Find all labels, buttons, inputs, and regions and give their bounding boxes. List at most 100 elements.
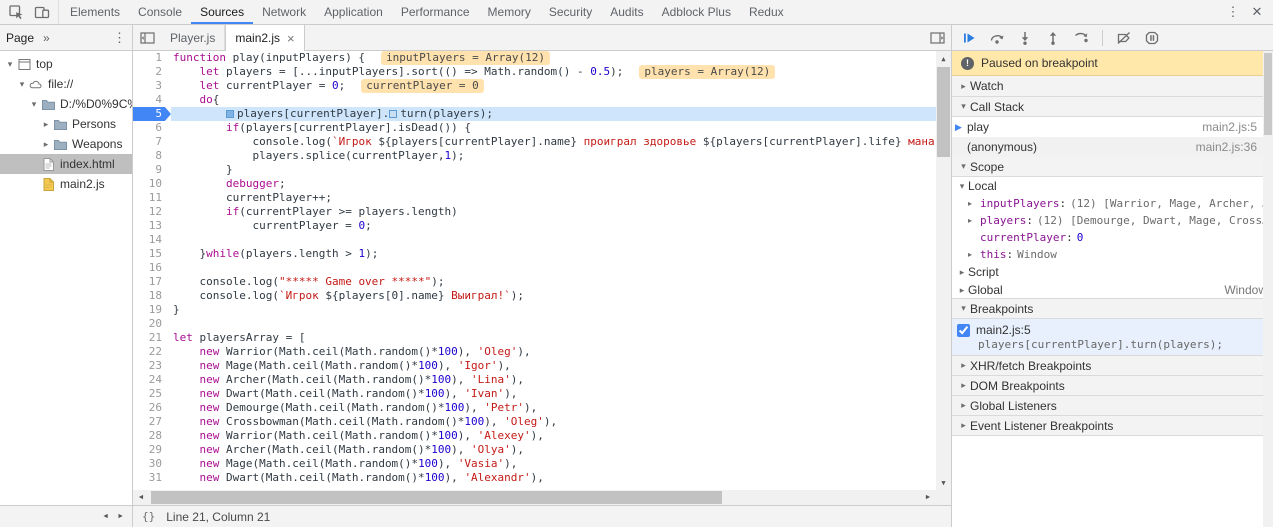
code-text[interactable]: debugger; (171, 177, 936, 191)
line-number[interactable]: 28 (133, 429, 171, 443)
code-text[interactable]: new Mage(Math.ceil(Math.random()*100), '… (171, 359, 936, 373)
tab-audits[interactable]: Audits (601, 0, 652, 24)
tab-memory[interactable]: Memory (479, 0, 540, 24)
scope-global-header[interactable]: Global Window (952, 281, 1263, 299)
section-scope[interactable]: Scope (952, 156, 1263, 177)
editor-tab-player-js[interactable]: Player.js (161, 25, 225, 50)
tree-item-d-d0-9c-c[interactable]: ▾D:/%D0%9C%C% (0, 94, 132, 114)
scroll-down-icon[interactable]: ▼ (936, 475, 951, 490)
tree-item-top[interactable]: ▾top (0, 54, 132, 74)
tab-network[interactable]: Network (253, 0, 315, 24)
resume-button[interactable] (957, 26, 981, 50)
code-text[interactable]: let players = [...inputPlayers].sort(() … (171, 65, 936, 79)
inline-step-marker[interactable] (226, 110, 234, 118)
vscroll-thumb[interactable] (937, 67, 950, 157)
scroll-left-icon[interactable]: ◄ (133, 490, 149, 505)
code-text[interactable]: new Mage(Math.ceil(Math.random()*100), '… (171, 457, 936, 471)
line-number[interactable]: 24 (133, 373, 171, 387)
more-tabs-icon[interactable]: » (43, 31, 50, 45)
code-text[interactable]: new Warrior(Math.ceil(Math.random()*100)… (171, 429, 936, 443)
tree-item-weapons[interactable]: ▸Weapons (0, 134, 132, 154)
code-text[interactable]: new Archer(Math.ceil(Math.random()*100),… (171, 373, 936, 387)
line-number[interactable]: 15 (133, 247, 171, 261)
code-text[interactable]: players.splice(currentPlayer,1); (171, 149, 936, 163)
tab-adblock-plus[interactable]: Adblock Plus (653, 0, 740, 24)
section-xhr-breakpoints[interactable]: XHR/fetch Breakpoints (952, 355, 1263, 376)
line-number[interactable]: 7 (133, 135, 171, 149)
tree-item-main2-js[interactable]: main2.js (0, 174, 132, 194)
step-button[interactable] (1069, 26, 1093, 50)
step-into-button[interactable] (1013, 26, 1037, 50)
scroll-right-icon[interactable]: ► (117, 513, 124, 520)
scope-entry-this[interactable]: ▸this:Window (952, 246, 1263, 263)
line-number[interactable]: 30 (133, 457, 171, 471)
tab-security[interactable]: Security (540, 0, 601, 24)
hide-navigator-icon[interactable] (133, 25, 161, 50)
line-number[interactable]: 12 (133, 205, 171, 219)
line-number[interactable]: 26 (133, 401, 171, 415)
line-number[interactable]: 25 (133, 387, 171, 401)
code-text[interactable]: } (171, 163, 936, 177)
hscroll-track[interactable] (149, 490, 920, 505)
navigator-menu-icon[interactable]: ⋮ (113, 30, 126, 46)
scroll-up-icon[interactable]: ▲ (936, 51, 951, 66)
line-number[interactable]: 6 (133, 121, 171, 135)
code-text[interactable] (171, 233, 936, 247)
step-out-button[interactable] (1041, 26, 1065, 50)
pretty-print-button[interactable]: {} (142, 510, 155, 523)
callstack-frame[interactable]: (anonymous)main2.js:36 (952, 137, 1263, 157)
editor-vscrollbar[interactable]: ▲ ▼ (936, 51, 951, 490)
code-text[interactable]: }while(players.length > 1); (171, 247, 936, 261)
tab-elements[interactable]: Elements (61, 0, 129, 24)
code-text[interactable]: new Archer(Math.ceil(Math.random()*100),… (171, 443, 936, 457)
scope-local-header[interactable]: Local (952, 177, 1263, 195)
code-text[interactable]: if(currentPlayer >= players.length) (171, 205, 936, 219)
line-number[interactable]: 14 (133, 233, 171, 247)
line-number[interactable]: 29 (133, 443, 171, 457)
line-number[interactable]: 3 (133, 79, 171, 93)
tree-item-persons[interactable]: ▸Persons (0, 114, 132, 134)
code-text[interactable]: function play(inputPlayers) {inputPlayer… (171, 51, 936, 65)
code-text[interactable]: new Demourge(Math.ceil(Math.random()*100… (171, 401, 936, 415)
code-text[interactable]: new Crossbowman(Math.ceil(Math.random()*… (171, 415, 936, 429)
scroll-left-icon[interactable]: ◄ (102, 513, 109, 520)
tab-sources[interactable]: Sources (191, 0, 253, 24)
scope-entry-inputplayers[interactable]: ▸inputPlayers:(12) [Warrior, Mage, Arche… (952, 195, 1263, 212)
line-number[interactable]: 8 (133, 149, 171, 163)
line-number[interactable]: 10 (133, 177, 171, 191)
inspect-element-icon[interactable] (3, 0, 29, 24)
line-number[interactable]: 22 (133, 345, 171, 359)
line-number[interactable]: 21 (133, 331, 171, 345)
code-text[interactable]: new Dwart(Math.ceil(Math.random()*100), … (171, 471, 936, 485)
line-number[interactable]: 1 (133, 51, 171, 65)
code-text[interactable] (171, 317, 936, 331)
code-text[interactable]: console.log("***** Game over *****"); (171, 275, 936, 289)
customize-menu-icon[interactable]: ⋮ (1221, 4, 1245, 20)
close-tab-icon[interactable]: × (287, 31, 295, 46)
line-number[interactable]: 4 (133, 93, 171, 107)
code-text[interactable]: console.log(`Игрок ${players[0].name} Вы… (171, 289, 936, 303)
code-text[interactable]: currentPlayer = 0; (171, 219, 936, 233)
tab-redux[interactable]: Redux (740, 0, 793, 24)
section-event-listener-breakpoints[interactable]: Event Listener Breakpoints (952, 415, 1263, 436)
device-toolbar-icon[interactable] (29, 0, 55, 24)
line-number[interactable]: 23 (133, 359, 171, 373)
code-text[interactable]: do{ (171, 93, 936, 107)
debugger-vscrollbar[interactable] (1263, 51, 1273, 527)
line-number[interactable]: 11 (133, 191, 171, 205)
line-number[interactable]: 31 (133, 471, 171, 485)
scope-entry-currentplayer[interactable]: currentPlayer:0 (952, 229, 1263, 246)
line-number[interactable]: 17 (133, 275, 171, 289)
hscroll-thumb[interactable] (151, 491, 722, 504)
scroll-right-icon[interactable]: ► (920, 490, 936, 505)
tree-item-index-html[interactable]: index.html (0, 154, 132, 174)
line-number[interactable]: 9 (133, 163, 171, 177)
pause-on-exceptions-button[interactable] (1140, 26, 1164, 50)
code-text[interactable]: if(players[currentPlayer].isDead()) { (171, 121, 936, 135)
line-number[interactable]: 19 (133, 303, 171, 317)
tab-page[interactable]: Page (6, 31, 34, 45)
scope-entry-players[interactable]: ▸players:(12) [Demourge, Dwart, Mage, Cr… (952, 212, 1263, 229)
code-text[interactable]: new Dwart(Math.ceil(Math.random()*100), … (171, 387, 936, 401)
inline-step-marker[interactable] (389, 110, 397, 118)
section-global-listeners[interactable]: Global Listeners (952, 395, 1263, 416)
